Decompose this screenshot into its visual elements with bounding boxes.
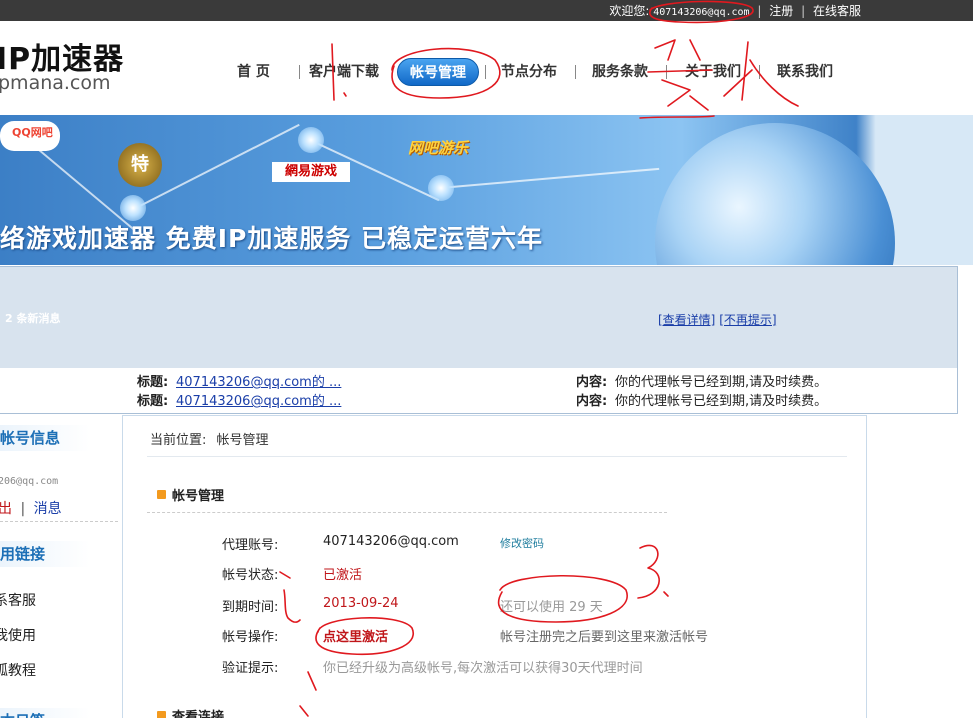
message-panel: 2 条新消息 [查看详情] [不再提示] 标题: 407143206@qq.co…	[0, 266, 958, 414]
nav-item-account[interactable]: 帐号管理	[397, 58, 479, 86]
divider: |	[757, 4, 762, 18]
top-bar-user-area: 欢迎您: 407143206@qq.com | 注册 | 在线客服	[609, 2, 861, 19]
sidebar-link-support[interactable]: 系客服	[0, 590, 36, 610]
message-content-label: 内容:	[576, 394, 608, 409]
register-link[interactable]: 注册	[769, 4, 793, 18]
message-title-label: 标题:	[137, 394, 169, 409]
divider: |	[20, 501, 26, 517]
expire-label: 到期时间:	[222, 600, 279, 615]
sidebar-account-info-title: 帐号信息	[0, 425, 90, 451]
nav-divider	[299, 65, 300, 79]
message-content: 你的代理帐号已经到期,请及时续费。	[615, 375, 828, 390]
nav-item-terms[interactable]: 服务条款	[592, 58, 648, 86]
sidebar-link-tutorial[interactable]: 狐教程	[0, 660, 36, 680]
user-email: 407143206@qq.com	[653, 7, 750, 18]
section-title: 查看连接	[157, 706, 224, 718]
nav-item-home[interactable]: 首 页	[237, 58, 270, 86]
main-content: 当前位置: 帐号管理 帐号管理 代理账号: 407143206@qq.com 修…	[122, 415, 867, 718]
breadcrumb: 当前位置: 帐号管理	[150, 429, 269, 448]
nav-item-contact[interactable]: 联系我们	[777, 58, 833, 86]
section-bullet-icon	[157, 490, 166, 499]
special-seal-icon: 特	[118, 143, 162, 187]
verify-label: 验证提示:	[222, 661, 279, 676]
section-bullet-icon	[157, 711, 166, 718]
remaining-days: 还可以使用 29 天	[500, 600, 603, 615]
message-title[interactable]: 407143206@qq.com的 ...	[176, 371, 341, 390]
logout-link[interactable]: 出	[0, 501, 12, 517]
message-link[interactable]: 消息	[34, 501, 62, 517]
message-row: 标题: 407143206@qq.com的 ... 内容: 你的代理帐号已经到期…	[0, 390, 957, 409]
no-remind-link[interactable]: [不再提示]	[719, 313, 776, 327]
status-value: 已激活	[323, 568, 363, 583]
globe-graphic	[655, 123, 895, 265]
breadcrumb-current: 帐号管理	[216, 433, 269, 448]
message-row: 标题: 407143206@qq.com的 ... 内容: 你的代理帐号已经到期…	[0, 371, 957, 390]
expire-value: 2013-09-24	[323, 596, 399, 611]
sidebar: 帐号信息 206@qq.com 出 | 消息 用链接 系客服 我使用 狐教程 本…	[0, 415, 120, 718]
sidebar-account-email: 206@qq.com	[0, 476, 59, 487]
message-panel-header: 2 条新消息 [查看详情] [不再提示]	[0, 267, 957, 368]
sidebar-bottom-title: 本日签	[0, 708, 90, 718]
account-value: 407143206@qq.com	[323, 534, 459, 549]
view-details-link[interactable]: [查看详情]	[658, 313, 715, 327]
site-logo-domain: pmana.com	[0, 72, 111, 94]
divider: |	[801, 4, 806, 18]
operation-hint: 帐号注册完之后要到这里来激活帐号	[500, 630, 709, 645]
field-row-expire: 到期时间: 2013-09-24 还可以使用 29 天	[123, 596, 863, 616]
change-password-link[interactable]: 修改密码	[500, 535, 544, 551]
network-node-icon	[120, 195, 146, 221]
section-title: 帐号管理	[157, 485, 224, 504]
network-node-icon	[428, 175, 454, 201]
field-row-status: 帐号状态: 已激活	[123, 564, 863, 584]
message-content-label: 内容:	[576, 375, 608, 390]
message-content: 你的代理帐号已经到期,请及时续费。	[615, 394, 828, 409]
account-label: 代理账号:	[222, 538, 279, 553]
nav-item-download[interactable]: 客户端下载	[309, 58, 379, 86]
operation-label: 帐号操作:	[222, 630, 279, 645]
network-node-icon	[298, 127, 324, 153]
message-actions: [查看详情] [不再提示]	[658, 311, 777, 328]
welcome-label: 欢迎您:	[609, 4, 650, 18]
sidebar-divider	[0, 521, 118, 522]
nav-divider	[485, 65, 486, 79]
divider	[147, 456, 847, 457]
sidebar-account-links: 出 | 消息	[0, 498, 62, 518]
breadcrumb-label: 当前位置:	[150, 433, 207, 448]
field-row-verify: 验证提示: 你已经升级为高级帐号,每次激活可以获得30天代理时间	[123, 657, 863, 677]
field-row-account: 代理账号: 407143206@qq.com 修改密码	[123, 534, 863, 554]
activate-link[interactable]: 点这里激活	[323, 626, 388, 645]
sidebar-link-usage[interactable]: 我使用	[0, 625, 36, 645]
new-message-count: 2 条新消息	[5, 312, 61, 325]
status-label: 帐号状态:	[222, 568, 279, 583]
qq-netbar-logo: QQ网吧	[0, 121, 60, 151]
network-line	[439, 167, 660, 189]
top-bar: 欢迎您: 407143206@qq.com | 注册 | 在线客服	[0, 0, 973, 21]
nav-divider	[759, 65, 760, 79]
game-logo: 网吧游乐	[408, 139, 469, 157]
online-support-link[interactable]: 在线客服	[813, 4, 861, 18]
sidebar-links-title: 用链接	[0, 541, 90, 567]
netease-game-logo: 網易游戏	[272, 162, 350, 182]
hero-banner: QQ网吧 特 網易游戏 网吧游乐 络游戏加速器 免费IP加速服务 已稳定运营六年	[0, 115, 973, 265]
verify-value: 你已经升级为高级帐号,每次激活可以获得30天代理时间	[323, 661, 643, 676]
message-title-label: 标题:	[137, 375, 169, 390]
message-title[interactable]: 407143206@qq.com的 ...	[176, 390, 341, 409]
field-row-operation: 帐号操作: 点这里激活 帐号注册完之后要到这里来激活帐号	[123, 626, 863, 646]
nav-item-nodes[interactable]: 节点分布	[501, 58, 557, 86]
nav-divider	[575, 65, 576, 79]
nav-divider	[666, 65, 667, 79]
divider	[147, 512, 667, 513]
nav-item-about[interactable]: 关于我们	[685, 58, 741, 86]
banner-slogan: 络游戏加速器 免费IP加速服务 已稳定运营六年	[0, 224, 544, 253]
